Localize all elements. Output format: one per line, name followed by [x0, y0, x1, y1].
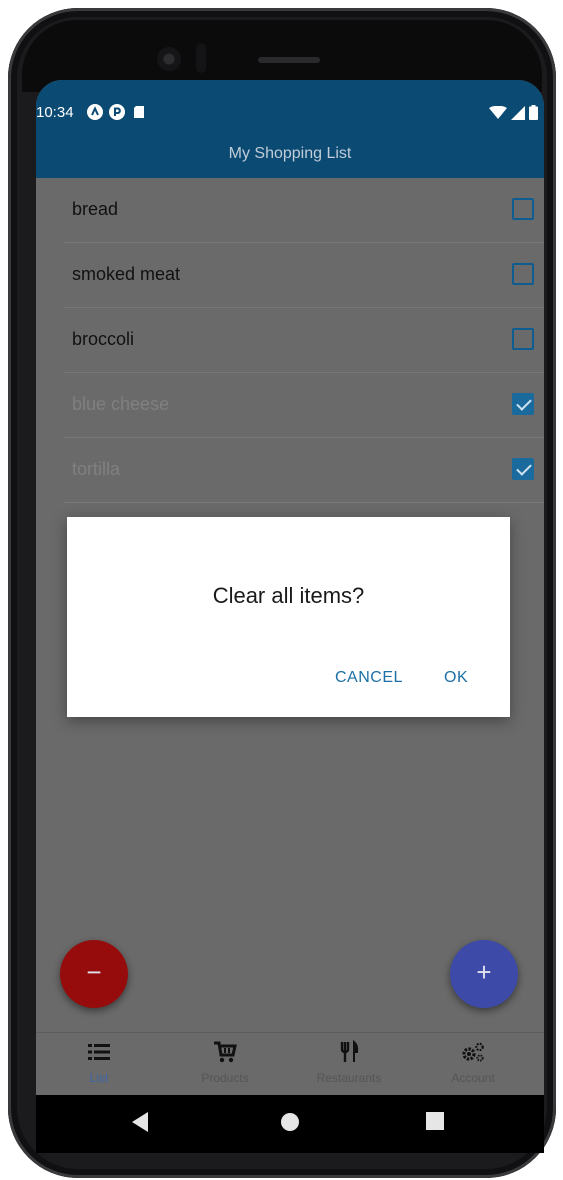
- back-icon[interactable]: [132, 1112, 150, 1132]
- shopping-list: bread smoked meat broccoli blue cheese t…: [36, 178, 544, 503]
- battery-icon: [529, 105, 538, 120]
- list-item-checkbox[interactable]: [512, 263, 534, 285]
- remove-items-button[interactable]: −: [60, 940, 128, 1008]
- earpiece-speaker: [258, 57, 320, 63]
- nav-label: Account: [451, 1071, 495, 1085]
- cart-icon: [214, 1041, 237, 1063]
- list-item-checkbox[interactable]: [512, 328, 534, 350]
- recents-icon[interactable]: [426, 1112, 444, 1130]
- list-icon: [88, 1044, 110, 1060]
- signal-icon: [511, 105, 525, 120]
- system-navigation-bar: [36, 1095, 544, 1153]
- nav-label: Restaurants: [316, 1071, 382, 1085]
- add-item-button[interactable]: +: [450, 940, 518, 1008]
- proximity-sensor: [196, 43, 206, 73]
- nav-item-products[interactable]: Products: [170, 1039, 280, 1085]
- status-system-icons: [489, 105, 538, 120]
- list-item-label: smoked meat: [72, 264, 181, 284]
- list-item[interactable]: broccoli: [64, 308, 544, 373]
- app-title: My Shopping List: [36, 142, 544, 178]
- list-item-checkbox[interactable]: [512, 458, 534, 480]
- wifi-icon: [489, 105, 507, 119]
- nav-label: Products: [201, 1071, 249, 1085]
- list-item[interactable]: tortilla: [64, 438, 544, 503]
- front-camera: [157, 47, 181, 71]
- app-screen: 10:34 My Shopping List bread smoked meat…: [36, 80, 544, 1095]
- cancel-button[interactable]: CANCEL: [335, 669, 403, 687]
- nav-label: List: [89, 1071, 109, 1085]
- list-item[interactable]: bread: [64, 178, 544, 243]
- fork-knife-icon: [340, 1039, 359, 1062]
- dialog-title: Clear all items?: [212, 583, 365, 608]
- a-circle-icon: [87, 104, 103, 120]
- status-notification-icons: [87, 104, 147, 120]
- home-icon[interactable]: [280, 1112, 300, 1132]
- list-item-label: blue cheese: [72, 394, 170, 414]
- nav-item-list[interactable]: List: [44, 1039, 154, 1085]
- p-circle-icon: [109, 104, 125, 120]
- list-item-checkbox[interactable]: [512, 393, 534, 415]
- gears-icon: [462, 1042, 484, 1062]
- ok-button[interactable]: OK: [444, 669, 468, 687]
- list-item-label: bread: [72, 199, 119, 219]
- bottom-navigation: List Products Restaurants Account: [36, 1032, 544, 1095]
- sd-card-icon: [134, 106, 144, 118]
- list-item-checkbox[interactable]: [512, 198, 534, 220]
- list-item[interactable]: smoked meat: [64, 243, 544, 308]
- status-time: 10:34: [36, 104, 74, 121]
- list-item-label: broccoli: [72, 329, 135, 349]
- clear-items-dialog: Clear all items? CANCEL OK: [67, 517, 510, 717]
- nav-item-account[interactable]: Account: [418, 1039, 528, 1085]
- list-item[interactable]: blue cheese: [64, 373, 544, 438]
- nav-item-restaurants[interactable]: Restaurants: [294, 1039, 404, 1085]
- list-item-label: tortilla: [72, 459, 121, 479]
- status-bar: 10:34: [36, 80, 544, 142]
